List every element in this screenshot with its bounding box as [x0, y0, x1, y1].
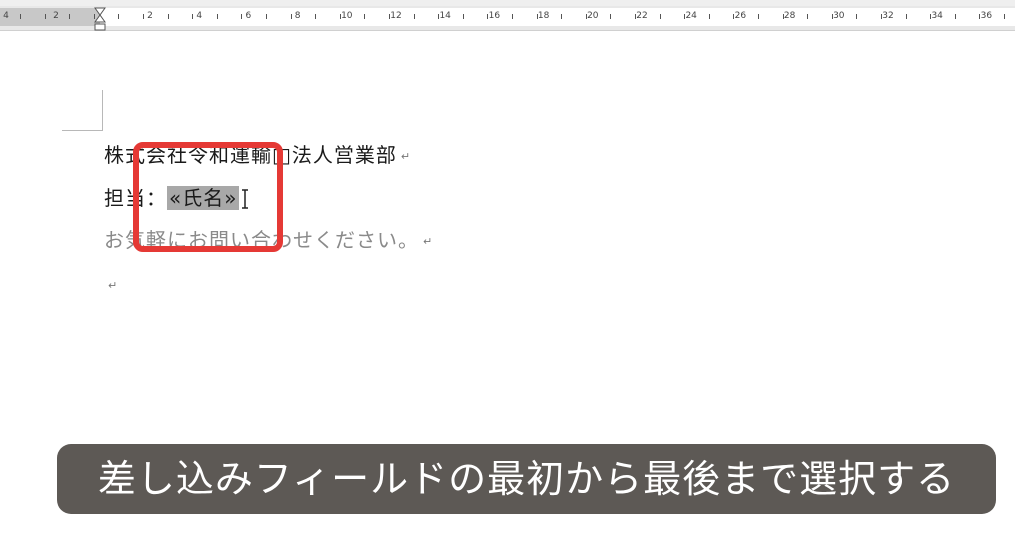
ruler-tick — [930, 14, 931, 19]
ruler-tick — [660, 14, 661, 19]
ruler-tick — [266, 14, 267, 19]
ruler-tick — [610, 14, 611, 19]
ruler-tick — [512, 14, 513, 19]
ruler-tick — [733, 14, 734, 19]
ruler-tick — [979, 14, 980, 19]
ruler-tick — [561, 14, 562, 19]
ruler-tick — [463, 14, 464, 19]
ruler-label: 2 — [147, 11, 153, 21]
ruler-tick — [291, 14, 292, 19]
ruler-label: 24 — [685, 11, 697, 21]
ruler-tick — [881, 14, 882, 19]
paragraph-mark-icon: ↵ — [423, 234, 434, 248]
ruler-label: 34 — [931, 11, 943, 21]
highlight-box — [133, 142, 283, 252]
ruler-tick — [832, 14, 833, 19]
ruler-tick — [192, 14, 193, 19]
ruler-tick — [807, 14, 808, 19]
paragraph-mark-icon: ↵ — [400, 149, 412, 163]
ruler-top-strip — [0, 0, 1015, 6]
ruler-tick — [758, 14, 759, 19]
ruler-tick — [389, 14, 390, 19]
ruler-tick — [906, 14, 907, 19]
ruler-label: 26 — [734, 11, 747, 21]
ruler-tick — [364, 14, 365, 19]
ruler-label: 12 — [390, 11, 402, 21]
ruler-tick — [783, 14, 784, 19]
ruler-tick — [340, 14, 341, 19]
ruler-tick — [143, 14, 144, 19]
empty-line[interactable]: ↵ — [104, 270, 118, 300]
ruler-tick — [635, 14, 636, 19]
ruler-label: 8 — [294, 11, 301, 21]
ruler-tick — [168, 14, 169, 19]
ruler-label: 16 — [488, 11, 501, 21]
ruler-label: 22 — [636, 11, 648, 21]
ruler-tick — [487, 14, 488, 19]
ruler-tick — [438, 14, 439, 19]
ruler-label: 28 — [783, 11, 796, 21]
ruler-label: 10 — [341, 11, 353, 21]
ruler-tick — [217, 14, 218, 19]
ruler-label: 32 — [882, 11, 894, 21]
ruler-tick — [118, 14, 119, 19]
caption-banner: 差し込みフィールドの最初から最後まで選択する — [57, 444, 996, 514]
ruler-label: 18 — [537, 11, 550, 21]
ruler-label: 36 — [980, 11, 993, 21]
ruler-margin-area — [0, 8, 100, 26]
ruler-tick — [856, 14, 857, 19]
ruler-label: 20 — [587, 11, 599, 21]
ruler-tick — [1004, 14, 1005, 19]
ruler-tick — [586, 14, 587, 19]
ruler-tick — [20, 14, 21, 19]
document-page: 4 2 2 4 6 8 10 12 14 16 18 20 22 24 26 28 30 32 34 36 株式会社令… — [0, 0, 1015, 551]
ruler-label: 6 — [245, 11, 252, 21]
ruler-label: 2 — [53, 11, 59, 21]
margin-corner-mark — [62, 90, 103, 131]
indent-marker-icon[interactable] — [94, 6, 106, 32]
ruler-tick — [955, 14, 956, 19]
ruler-tick — [414, 14, 415, 19]
horizontal-ruler[interactable]: 4 2 2 4 6 8 10 12 14 16 18 20 22 24 26 28 30 32 34 36 — [0, 0, 1015, 31]
ruler-tick — [684, 14, 685, 19]
ruler-tick — [45, 14, 46, 19]
ruler-label: 30 — [833, 11, 845, 21]
ruler-label: 4 — [196, 11, 203, 21]
ruler-label: 4 — [3, 11, 9, 21]
ruler-tick — [315, 14, 316, 19]
ruler-tick — [69, 14, 70, 19]
ruler-tick — [709, 14, 710, 19]
paragraph-mark-icon: ↵ — [108, 278, 119, 292]
ruler-label: 14 — [439, 11, 451, 21]
ruler-tick — [537, 14, 538, 19]
ruler-tick — [241, 14, 242, 19]
